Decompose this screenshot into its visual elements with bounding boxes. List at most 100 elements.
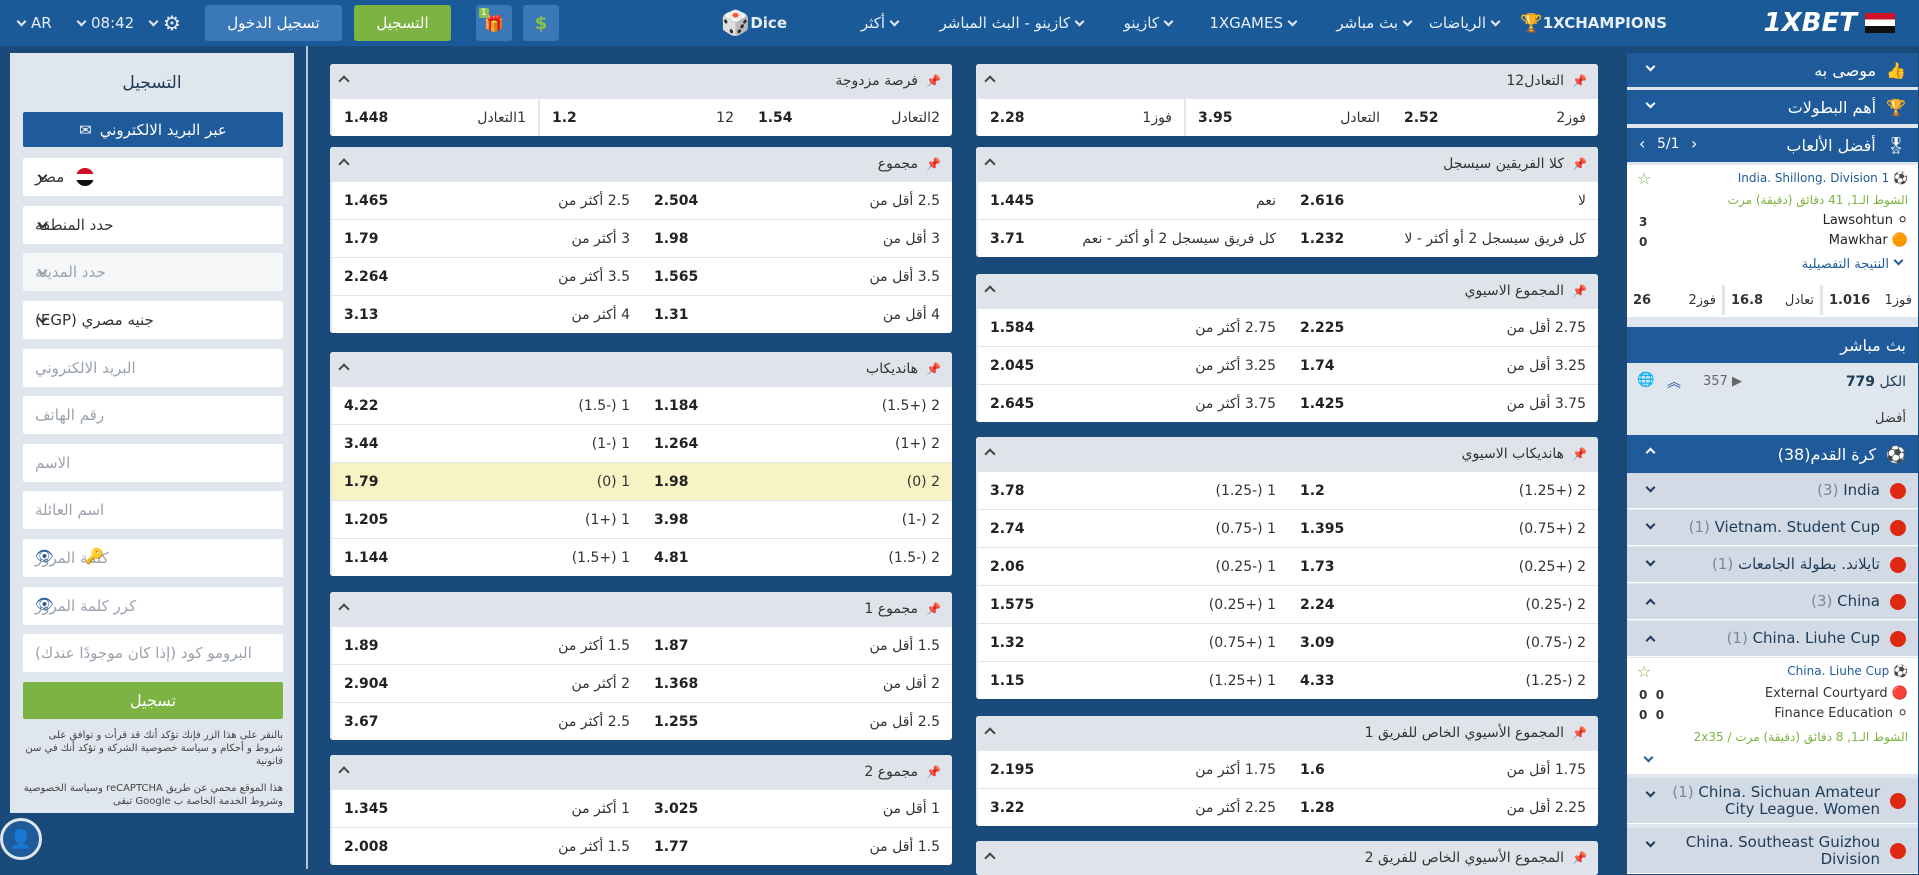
pin-icon[interactable]: 📌 [926,765,941,779]
odd-cell[interactable]: 1 (+0.75) 1.32 [976,624,1288,661]
odd-win1[interactable]: فوز1 1.016 [1823,285,1918,315]
odd-cell[interactable]: 3 أقل من 1.98 [642,220,952,257]
nav-casino[interactable]: كازينو [1124,0,1178,46]
featured-game-card[interactable]: ☆ India. Shillong. Division 1 ⚽ الشوط ال… [1627,165,1918,317]
odd-cell[interactable]: نعم 1.445 [976,182,1288,219]
market-header[interactable]: فرصة مزدوجة 📌 [330,64,952,98]
pin-icon[interactable]: 📌 [1572,284,1587,298]
odd-cell[interactable]: 1 (-1) 3.44 [330,425,642,462]
password-repeat-field[interactable]: كرر كلمة المرور 👁 [23,587,283,625]
password-field[interactable]: كلمة المرور 🔑 👁 [23,539,283,577]
odd-cell[interactable]: 1 (+1.5) 1.144 [330,539,642,576]
chevron-up-icon[interactable] [984,158,996,170]
email-field[interactable]: البريد الالكتروني [23,349,283,387]
chevron-up-icon[interactable] [984,285,996,297]
chevron-up-icon[interactable] [338,75,350,87]
video-count[interactable]: 357 ▶ [1703,374,1742,389]
football-section[interactable]: (38) كرة القدم ⚽ [1627,435,1918,473]
odd-cell[interactable]: 2.5 أكثر من 1.465 [330,182,642,219]
chevron-up-icon[interactable] [984,448,996,460]
favorite-star-icon[interactable]: ☆ [1637,169,1651,188]
eye-icon[interactable]: 👁 [35,547,54,565]
odd-cell[interactable]: 2.25 أقل من 1.28 [1288,789,1598,826]
detailed-score-link[interactable]: النتيجة التفصيلية [1802,255,1908,272]
recommended-section[interactable]: موصى به 👍 [1627,53,1918,87]
odd-cell[interactable]: 4 أقل من 1.31 [642,296,952,333]
odd-cell[interactable]: 2 (-1.25) 4.33 [1288,662,1598,699]
odd-cell[interactable]: 2.25 أكثر من 3.22 [976,789,1288,826]
market-header[interactable]: مجموع 1 📌 [330,592,952,626]
odd-cell[interactable]: 2 (-1.5) 4.81 [642,539,952,576]
submit-register-button[interactable]: تسجيل [23,682,283,719]
nav-1xgames[interactable]: 1XGAMES [1209,0,1302,46]
phone-field[interactable]: رقم الهاتف [23,396,283,434]
odd-win2[interactable]: فوز2 26 [1627,285,1722,315]
league-item[interactable]: (1) China. Sichuan Amateur City League. … [1627,778,1918,824]
live-section-header[interactable]: بث مباشر [1627,327,1918,363]
chevron-up-icon[interactable] [984,852,996,864]
odd-cell[interactable]: كل فريق سيسجل 2 أو أكثر - لا 1.232 [1288,220,1598,257]
pin-icon[interactable]: 📌 [1572,726,1587,740]
odd-cell[interactable]: 4 أكثر من 3.13 [330,296,642,333]
odd-cell[interactable]: 2.5 أقل من 2.504 [642,182,952,219]
nav-live-casino[interactable]: كازينو - البث المباشر [940,0,1089,46]
nav-live[interactable]: بث مباشر [1336,0,1417,46]
pin-icon[interactable]: 📌 [1572,74,1587,88]
pin-icon[interactable]: 📌 [926,157,941,171]
all-count[interactable]: 779 الكل [1846,374,1906,390]
league-item[interactable]: (1) تايلاند. بطولة الجامعات [1627,547,1918,583]
odd-cell[interactable]: 2.75 أقل من 2.225 [1288,309,1598,346]
odd-cell[interactable]: فوز2 2.52 [1392,99,1598,136]
odd-cell[interactable]: 2 (-1) 3.98 [642,501,952,538]
odd-cell[interactable]: 1.5 أقل من 1.77 [642,828,952,865]
chevron-up-icon[interactable] [338,158,350,170]
promo-code-field[interactable]: البرومو كود (إذا كان موجودًا عندك) [23,634,283,672]
chevron-up-icon[interactable] [338,603,350,615]
odd-cell[interactable]: 1.75 أكثر من 2.195 [976,751,1288,788]
settings-button[interactable]: ⚙ [144,0,181,46]
odd-cell[interactable]: 1.5 أكثر من 1.89 [330,627,642,664]
market-header[interactable]: كلا الفريقين سيسجل 📌 [976,147,1598,181]
league-item[interactable]: (1) Vietnam. Student Cup [1627,510,1918,546]
brand-logo[interactable]: 1XBET [1764,0,1895,46]
deposit-button[interactable]: $ [523,5,559,41]
odd-cell[interactable]: 2 (+1.25) 1.2 [1288,472,1598,509]
champions-link[interactable]: 🏆 1XCHAMPIONS [1514,0,1667,46]
odd-cell[interactable]: 1 (-1.25) 3.78 [976,472,1288,509]
league-item[interactable]: (1) China. Liuhe Cup [1627,621,1918,657]
chevron-left-icon[interactable]: ‹ [1639,134,1645,153]
language-selector[interactable]: AR [12,0,52,46]
chevron-up-icon[interactable] [984,727,996,739]
odd-cell[interactable]: 1 (-0.25) 2.06 [976,548,1288,585]
odd-cell[interactable]: 3.25 أقل من 1.74 [1288,347,1598,384]
odd-cell[interactable]: 1.5 أكثر من 2.008 [330,828,642,865]
gift-button[interactable]: 🎁 1 [476,5,512,41]
odd-cell[interactable]: 2 أكثر من 2.904 [330,665,642,702]
live-match-card[interactable]: ☆ China. Liuhe Cup ⚽ External Courtyard … [1627,658,1918,774]
odd-cell[interactable]: 2 (+1) 1.264 [642,425,952,462]
dice-link[interactable]: 🎲 Dice [710,0,787,46]
chat-support-button[interactable]: 👤 [0,818,42,860]
odd-cell[interactable]: 2 أقل من 1.368 [642,665,952,702]
odd-cell[interactable]: 3.75 أقل من 1.425 [1288,385,1598,422]
nav-sports[interactable]: الرياضات [1429,0,1505,46]
eye-icon[interactable]: 👁 [35,595,54,613]
region-select[interactable]: حدد المنطقة [23,206,283,244]
odd-cell[interactable]: 3.5 أقل من 1.565 [642,258,952,295]
odd-cell[interactable]: 3.75 أكثر من 2.645 [976,385,1288,422]
city-select[interactable]: حدد المدينة [23,253,283,291]
globe-icon[interactable]: 🌐 [1637,372,1654,388]
market-header[interactable]: 1التعادل2 📌 [976,64,1598,98]
odd-cell[interactable]: 3.25 أكثر من 2.045 [976,347,1288,384]
favorite-star-icon[interactable]: ☆ [1637,662,1651,681]
odd-cell[interactable]: 1.75 أقل من 1.6 [1288,751,1598,788]
odd-cell[interactable]: 2 (-0.25) 2.24 [1288,586,1598,623]
odd-cell[interactable]: 2 (-0.75) 3.09 [1288,624,1598,661]
best-games-section[interactable]: ‹ 5/1 › أفضل الألعاب 🎖 [1627,128,1918,162]
odd-cell[interactable]: 1 (+1) 1.205 [330,501,642,538]
register-button[interactable]: التسجيل [354,5,451,41]
odd-cell[interactable]: 2.75 أكثر من 1.584 [976,309,1288,346]
odd-cell[interactable]: 2 (+0.25) 1.73 [1288,548,1598,585]
odd-cell[interactable]: 1 (-1.5) 4.22 [330,387,642,424]
league-item[interactable]: China. Southeast Guizhou Division [1627,828,1918,874]
